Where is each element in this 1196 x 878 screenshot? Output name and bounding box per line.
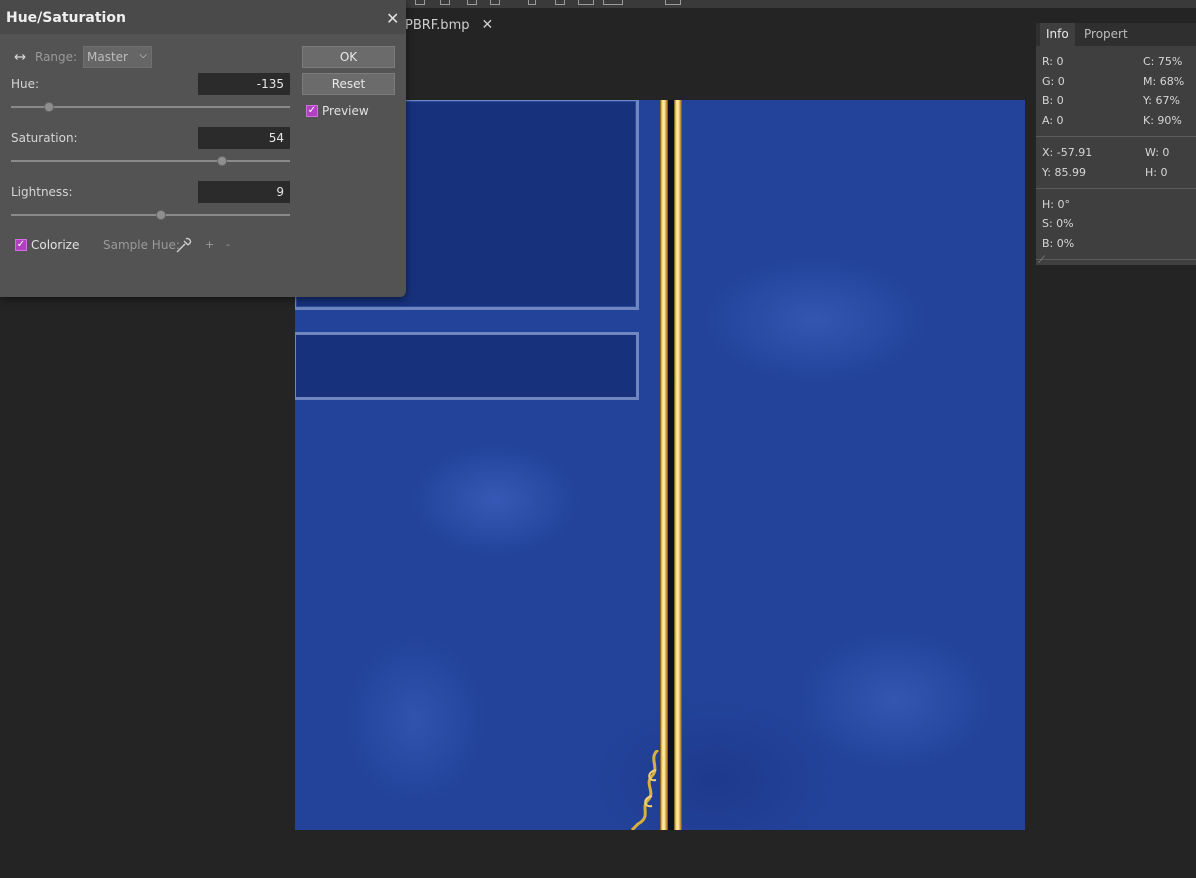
toolbar-transform-icon[interactable] [415, 0, 425, 5]
dialog-title: Hue/Saturation [6, 10, 126, 26]
close-icon[interactable]: ✕ [386, 9, 399, 28]
lightness-label: Lightness: [11, 185, 73, 199]
toolbar-grid-icon[interactable] [665, 0, 681, 5]
info-alpha: A: 0 [1042, 114, 1064, 127]
toolbar-transform-icon[interactable] [440, 0, 450, 5]
info-cyan: C: 75% [1143, 55, 1183, 68]
eyedropper-icon[interactable] [175, 236, 193, 254]
dialog-titlebar[interactable]: Hue/Saturation ✕ [0, 0, 406, 34]
info-black: K: 90% [1143, 114, 1182, 127]
lightness-input[interactable]: 9 [198, 181, 290, 203]
info-divider [1036, 136, 1196, 137]
info-divider [1036, 188, 1196, 189]
saturation-label: Saturation: [11, 131, 78, 145]
toolbar-transform-icon[interactable] [467, 0, 477, 5]
preview-checkbox[interactable]: ✓ [306, 105, 318, 117]
subtract-sample-button[interactable]: - [226, 238, 230, 251]
gold-border-stripe [660, 100, 668, 830]
info-blue: B: 0 [1042, 94, 1064, 107]
info-panel-tabs: Info Propert [1036, 23, 1196, 46]
saturation-slider-track[interactable] [11, 156, 290, 166]
info-y: Y: 85.99 [1042, 166, 1086, 179]
colorize-checkbox[interactable]: ✓ [15, 239, 27, 251]
add-sample-button[interactable]: + [205, 238, 214, 251]
close-icon[interactable]: ✕ [481, 17, 493, 33]
toolbar-icon[interactable] [603, 0, 623, 5]
preview-checkbox-row[interactable]: ✓ Preview [306, 104, 369, 118]
colorize-label: Colorize [31, 238, 80, 252]
canvas-panel-bottom [295, 332, 639, 400]
range-label: Range: [35, 50, 78, 64]
range-select[interactable]: Master ⌵ [83, 46, 152, 68]
hue-saturation-dialog: Hue/Saturation ✕ Range: Master ⌵ Hue: -1… [0, 0, 406, 297]
colorize-checkbox-row[interactable]: ✓ Colorize [15, 238, 79, 252]
document-tab[interactable]: PBRF.bmp ✕ [405, 14, 493, 36]
hue-slider-track[interactable] [11, 102, 290, 112]
toolbar-icon[interactable] [528, 0, 536, 5]
lightness-slider-track[interactable] [11, 210, 290, 220]
hue-slider-thumb[interactable] [44, 102, 54, 112]
info-saturation: S: 0% [1042, 217, 1074, 230]
info-yellow: Y: 67% [1143, 94, 1180, 107]
info-height: H: 0 [1145, 166, 1168, 179]
gold-border-stripe [674, 100, 682, 830]
lightness-slider-thumb[interactable] [156, 210, 166, 220]
info-x: X: -57.91 [1042, 146, 1093, 159]
info-hue: H: 0° [1042, 198, 1070, 211]
saturation-slider-thumb[interactable] [217, 156, 227, 166]
toolbar-icon[interactable] [555, 0, 565, 5]
tab-info[interactable]: Info [1040, 23, 1075, 46]
range-select-value: Master [87, 50, 128, 64]
preview-label: Preview [322, 104, 369, 118]
saturation-input[interactable]: 54 [198, 127, 290, 149]
toolbar-icon[interactable] [578, 0, 594, 5]
chevron-down-icon: ⌵ [139, 50, 147, 61]
resize-handle-icon[interactable]: ⟋ [1038, 255, 1045, 266]
toolbar-cart-icon[interactable] [490, 0, 500, 5]
reset-button[interactable]: Reset [302, 73, 395, 95]
move-arrows-icon [14, 54, 26, 60]
hue-input[interactable]: -135 [198, 73, 290, 95]
tab-properties[interactable]: Propert [1078, 23, 1134, 46]
info-green: G: 0 [1042, 75, 1065, 88]
document-tab-label: PBRF.bmp [405, 17, 470, 33]
info-brightness: B: 0% [1042, 237, 1075, 250]
hue-label: Hue: [11, 77, 40, 91]
info-magenta: M: 68% [1143, 75, 1185, 88]
sample-hue-label: Sample Hue: [103, 238, 180, 252]
gold-ornament [630, 750, 660, 830]
info-panel: Info Propert R: 0 G: 0 B: 0 A: 0 C: 75% … [1036, 23, 1196, 266]
info-divider [1036, 259, 1196, 260]
info-width: W: 0 [1145, 146, 1170, 159]
ok-button[interactable]: OK [302, 46, 395, 68]
info-red: R: 0 [1042, 55, 1064, 68]
